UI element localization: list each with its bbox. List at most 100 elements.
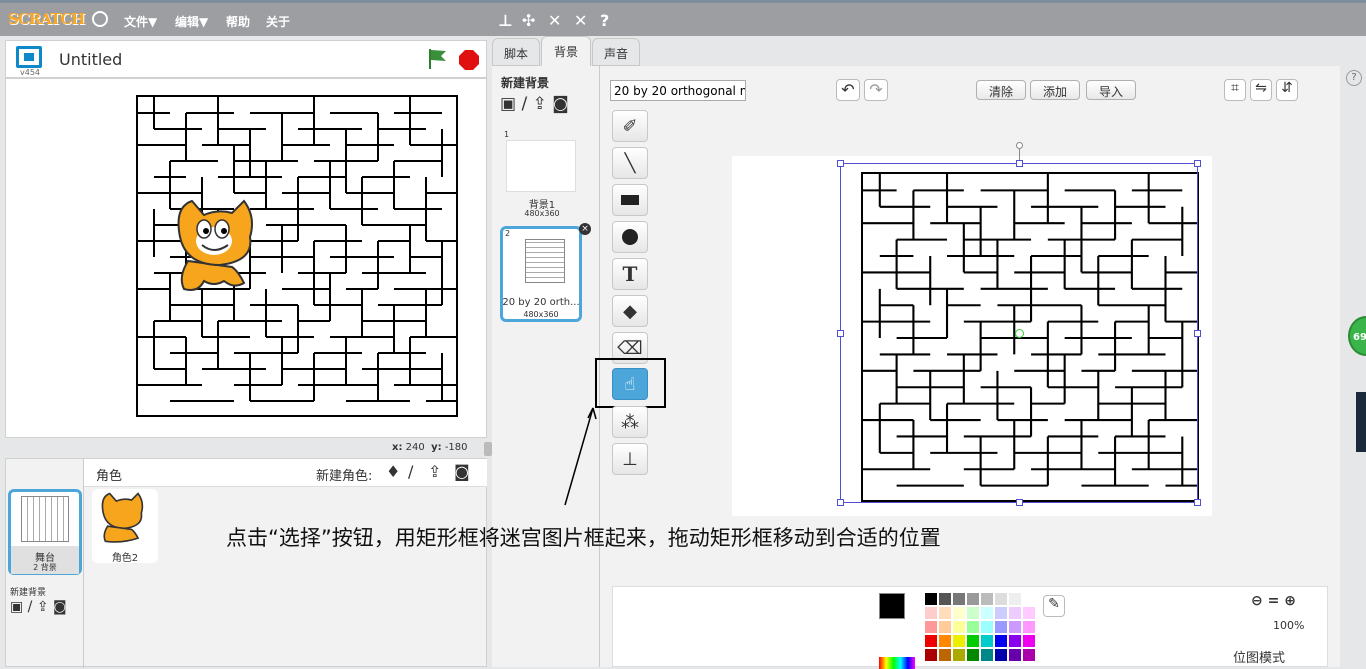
palette-swatch[interactable] [1023, 649, 1035, 661]
palette-swatch[interactable] [995, 635, 1007, 647]
palette-swatch[interactable] [995, 621, 1007, 633]
clear-button[interactable]: 清除 [976, 80, 1026, 100]
camera-sprite-icon[interactable]: ◙ [454, 462, 470, 481]
language-globe-icon[interactable] [92, 11, 108, 27]
fill-tool[interactable]: ◆ [612, 295, 648, 327]
redo-icon[interactable]: ↷ [864, 79, 888, 101]
menu-edit[interactable]: 编辑▼ [175, 13, 208, 30]
palette-swatch[interactable] [953, 635, 965, 647]
import-button[interactable]: 导入 [1086, 80, 1136, 100]
new-backdrop-icons[interactable]: ▣ / ⇪ ◙ [10, 599, 67, 615]
tab-sounds[interactable]: 声音 [592, 38, 640, 66]
paint-canvas[interactable] [732, 142, 1212, 516]
upload-sprite-icon[interactable]: ⇪ [428, 462, 441, 481]
palette-swatch[interactable] [925, 635, 937, 647]
collapse-handle[interactable] [484, 442, 492, 456]
stage-thumbnail[interactable]: 舞台 2 背景 [8, 489, 82, 575]
palette-swatch[interactable] [925, 607, 937, 619]
sprite-thumbnail[interactable]: 角色2 [92, 489, 158, 564]
add-button[interactable]: 添加 [1030, 80, 1080, 100]
paint-sprite-icon[interactable]: / [408, 462, 413, 481]
palette-swatch[interactable] [981, 649, 993, 661]
palette-swatch[interactable] [1023, 593, 1035, 605]
palette-swatch[interactable] [925, 621, 937, 633]
palette-swatch[interactable] [1009, 635, 1021, 647]
primary-color[interactable] [879, 593, 905, 619]
palette-swatch[interactable] [981, 635, 993, 647]
crop-icon[interactable]: ⌗ [1224, 79, 1246, 101]
fullscreen-icon[interactable] [16, 46, 42, 68]
tips-help-icon[interactable]: ? [1346, 70, 1362, 86]
palette-swatch[interactable] [1023, 621, 1035, 633]
palette-swatch[interactable] [981, 607, 993, 619]
palette-swatch[interactable] [939, 635, 951, 647]
backdrop-tools-icons[interactable]: ▣ / ⇪ ◙ [500, 94, 569, 114]
palette-swatch[interactable] [939, 593, 951, 605]
palette-swatch[interactable] [1023, 607, 1035, 619]
palette-swatch[interactable] [995, 593, 1007, 605]
stop-sign-icon[interactable] [458, 49, 480, 71]
rotate-handle[interactable] [1016, 142, 1023, 149]
delete-backdrop-icon[interactable]: × [579, 223, 591, 235]
palette-swatch[interactable] [953, 649, 965, 661]
color-palette[interactable] [925, 593, 1037, 668]
palette-swatch[interactable] [925, 649, 937, 661]
bitmap-mode-label[interactable]: 位图模式 [1233, 647, 1285, 666]
grow-icon[interactable]: ✕ [548, 11, 561, 30]
palette-swatch[interactable] [939, 621, 951, 633]
tab-scripts[interactable]: 脚本 [492, 38, 540, 66]
stage-canvas[interactable] [5, 78, 487, 438]
shrink-icon[interactable]: ✕ [574, 11, 587, 30]
backdrop-2-card[interactable]: 2 × 20 by 20 orth... 480x360 [500, 223, 591, 322]
flip-vertical-icon[interactable]: ⇵ [1276, 79, 1298, 101]
stamp-tool[interactable]: ⊥ [612, 443, 648, 475]
flip-horizontal-icon[interactable]: ⇋ [1250, 79, 1272, 101]
scratch-logo[interactable]: SCRATCH [8, 10, 85, 28]
palette-swatch[interactable] [939, 649, 951, 661]
palette-swatch[interactable] [939, 607, 951, 619]
menu-help[interactable]: 帮助 [226, 13, 250, 30]
sprite-library-icon[interactable]: ♦ [386, 462, 400, 481]
brush-tool[interactable]: ✐ [612, 110, 648, 142]
center-point[interactable] [1015, 329, 1024, 338]
undo-icon[interactable]: ↶ [836, 79, 860, 101]
palette-swatch[interactable] [967, 635, 979, 647]
palette-swatch[interactable] [995, 607, 1007, 619]
palette-swatch[interactable] [967, 607, 979, 619]
rectangle-tool[interactable] [612, 184, 648, 216]
palette-swatch[interactable] [1009, 607, 1021, 619]
palette-swatch[interactable] [953, 621, 965, 633]
palette-swatch[interactable] [953, 607, 965, 619]
help-question-icon[interactable]: ? [600, 11, 609, 30]
palette-swatch[interactable] [967, 621, 979, 633]
duplicate-stamp-icon[interactable]: ⊥ [498, 11, 513, 30]
project-title[interactable]: Untitled [59, 50, 122, 69]
green-flag-icon[interactable] [426, 47, 450, 71]
backdrop-1-thumb[interactable] [506, 140, 576, 192]
menu-about[interactable]: 关于 [266, 13, 290, 30]
menu-file[interactable]: 文件▼ [124, 13, 157, 30]
palette-swatch[interactable] [967, 649, 979, 661]
delete-scissors-icon[interactable]: ✣ [522, 11, 535, 30]
palette-swatch[interactable] [953, 593, 965, 605]
palette-swatch[interactable] [1023, 635, 1035, 647]
palette-swatch[interactable] [1009, 649, 1021, 661]
text-tool[interactable]: T [612, 258, 648, 290]
palette-swatch[interactable] [981, 621, 993, 633]
palette-swatch[interactable] [995, 649, 1007, 661]
palette-swatch[interactable] [925, 593, 937, 605]
selection-box[interactable] [837, 142, 1201, 506]
palette-swatch[interactable] [1009, 593, 1021, 605]
cat-sprite[interactable] [174, 197, 266, 295]
select-tool[interactable]: ☝ [612, 368, 648, 400]
color-picker-gradient[interactable] [879, 657, 915, 669]
eyedropper-icon[interactable]: ✎ [1043, 595, 1065, 617]
palette-swatch[interactable] [1009, 621, 1021, 633]
palette-swatch[interactable] [967, 593, 979, 605]
line-tool[interactable]: ╲ [612, 147, 648, 179]
ellipse-tool[interactable] [612, 221, 648, 253]
tab-backdrops[interactable]: 背景 [541, 36, 591, 66]
palette-swatch[interactable] [981, 593, 993, 605]
backdrop-name-input[interactable] [610, 80, 746, 101]
zoom-controls[interactable]: ⊖ = ⊕ [1251, 593, 1296, 609]
